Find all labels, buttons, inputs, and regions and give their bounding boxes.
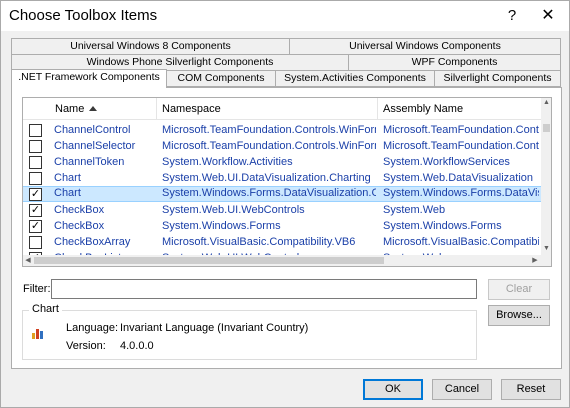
- column-header-name[interactable]: Name: [50, 98, 157, 120]
- browse-button[interactable]: Browse...: [488, 305, 550, 326]
- tab-silverlight[interactable]: Silverlight Components: [434, 70, 561, 87]
- row-name: Chart: [54, 172, 81, 184]
- tab-wpf[interactable]: WPF Components: [348, 54, 561, 71]
- filter-input[interactable]: [51, 279, 477, 299]
- row-name: CheckBox: [54, 220, 105, 232]
- vertical-scrollbar[interactable]: ▲ ▼: [541, 98, 551, 255]
- row-assembly: Microsoft.VisualBasic.Compatibilit: [383, 236, 539, 248]
- scroll-left-icon[interactable]: ◀: [23, 255, 33, 266]
- row-checkbox[interactable]: [29, 172, 42, 185]
- column-header-assembly[interactable]: Assembly Name: [378, 98, 541, 120]
- table-row[interactable]: ChannelControl Microsoft.TeamFoundation.C…: [23, 122, 541, 138]
- language-label: Language:: [66, 322, 118, 334]
- details-group-title: Chart: [29, 303, 62, 315]
- version-value: 4.0.0.0: [120, 340, 154, 352]
- table-row[interactable]: ✓ Chart System.Windows.Forms.DataVisualiza…: [23, 186, 541, 202]
- title-bar: Choose Toolbox Items ? ✕: [1, 1, 569, 31]
- row-name: CheckBoxArray: [54, 236, 131, 248]
- row-namespace: Microsoft.VisualBasic.Compatibility.VB6: [162, 236, 356, 248]
- choose-toolbox-items-dialog: Choose Toolbox Items ? ✕ Universal Windo…: [0, 0, 570, 408]
- row-checkbox[interactable]: [29, 140, 42, 153]
- tab-panel: Name Namespace Assembly Name ChannelCont…: [11, 87, 562, 369]
- scroll-up-icon[interactable]: ▲: [542, 98, 551, 108]
- list-header: Name Namespace Assembly Name: [23, 98, 541, 120]
- tab-com[interactable]: COM Components: [166, 70, 276, 87]
- chart-icon: [32, 329, 43, 339]
- row-assembly: Microsoft.TeamFoundation.Contr: [383, 140, 539, 152]
- row-name: ChannelSelector: [54, 140, 136, 152]
- row-namespace: System.Windows.Forms: [162, 220, 281, 232]
- horizontal-scroll-thumb[interactable]: [34, 257, 384, 264]
- tab-system-activities[interactable]: System.Activities Components: [275, 70, 435, 87]
- row-assembly: System.Windows.Forms.DataVisua: [383, 187, 539, 199]
- column-header-namespace[interactable]: Namespace: [157, 98, 378, 120]
- language-value: Invariant Language (Invariant Country): [120, 322, 309, 334]
- row-namespace: System.Web.UI.DataVisualization.Charting: [162, 172, 371, 184]
- row-assembly: System.Web.DataVisualization: [383, 172, 533, 184]
- reset-button[interactable]: Reset: [501, 379, 561, 400]
- row-checkbox[interactable]: ✓: [29, 188, 42, 201]
- components-list[interactable]: Name Namespace Assembly Name ChannelCont…: [22, 97, 552, 267]
- tab-universal-windows-8[interactable]: Universal Windows 8 Components: [11, 38, 290, 55]
- row-assembly: System.WorkflowServices: [383, 156, 510, 168]
- row-assembly: Microsoft.TeamFoundation.Contr: [383, 124, 539, 136]
- row-name: CheckBox: [54, 204, 105, 216]
- row-namespace: Microsoft.TeamFoundation.Controls.WinFor…: [162, 124, 376, 136]
- row-namespace: Microsoft.TeamFoundation.Controls.WinFor…: [162, 140, 376, 152]
- close-icon[interactable]: ✕: [537, 6, 559, 26]
- row-namespace: System.Web.UI.WebControls: [162, 204, 305, 216]
- row-name: ChannelToken: [54, 156, 125, 168]
- table-row[interactable]: ChannelToken System.Workflow.Activities Sy…: [23, 154, 541, 170]
- help-icon[interactable]: ?: [501, 6, 523, 26]
- table-row[interactable]: ✓ CheckBox System.Windows.Forms System.Wind…: [23, 218, 541, 234]
- scroll-down-icon[interactable]: ▼: [542, 244, 551, 254]
- row-name: Chart: [54, 187, 81, 199]
- table-row[interactable]: ChannelSelector Microsoft.TeamFoundation.…: [23, 138, 541, 154]
- scroll-right-icon[interactable]: ▶: [530, 255, 540, 266]
- row-checkbox[interactable]: [29, 124, 42, 137]
- sort-ascending-icon: [89, 106, 98, 111]
- table-row[interactable]: Chart System.Web.UI.DataVisualization.Cha…: [23, 170, 541, 186]
- scrollbar-corner: [541, 255, 551, 266]
- row-checkbox[interactable]: ✓: [29, 204, 42, 217]
- row-namespace: System.Workflow.Activities: [162, 156, 293, 168]
- row-checkbox[interactable]: [29, 236, 42, 249]
- row-namespace: System.Windows.Forms.DataVisualization.C…: [162, 187, 376, 199]
- window-title: Choose Toolbox Items: [9, 7, 158, 24]
- vertical-scroll-thumb[interactable]: [543, 124, 550, 132]
- table-row[interactable]: CheckBoxArray Microsoft.VisualBasic.Compa…: [23, 234, 541, 250]
- clear-button[interactable]: Clear: [488, 279, 550, 300]
- horizontal-scrollbar[interactable]: ◀ ▶: [23, 255, 541, 266]
- filter-label: Filter:: [23, 283, 51, 295]
- table-row[interactable]: ✓ CheckBox System.Web.UI.WebControls System…: [23, 202, 541, 218]
- row-checkbox[interactable]: ✓: [29, 220, 42, 233]
- tab-universal-windows[interactable]: Universal Windows Components: [289, 38, 561, 55]
- ok-button[interactable]: OK: [363, 379, 423, 400]
- details-group: Chart Language: Invariant Language (Inva…: [22, 303, 477, 360]
- version-label: Version:: [66, 340, 106, 352]
- row-assembly: System.Web: [383, 204, 446, 216]
- cancel-button[interactable]: Cancel: [432, 379, 492, 400]
- row-name: ChannelControl: [54, 124, 131, 136]
- row-assembly: System.Windows.Forms: [383, 220, 502, 232]
- row-checkbox[interactable]: [29, 156, 42, 169]
- tab-net-framework[interactable]: .NET Framework Components: [11, 69, 167, 88]
